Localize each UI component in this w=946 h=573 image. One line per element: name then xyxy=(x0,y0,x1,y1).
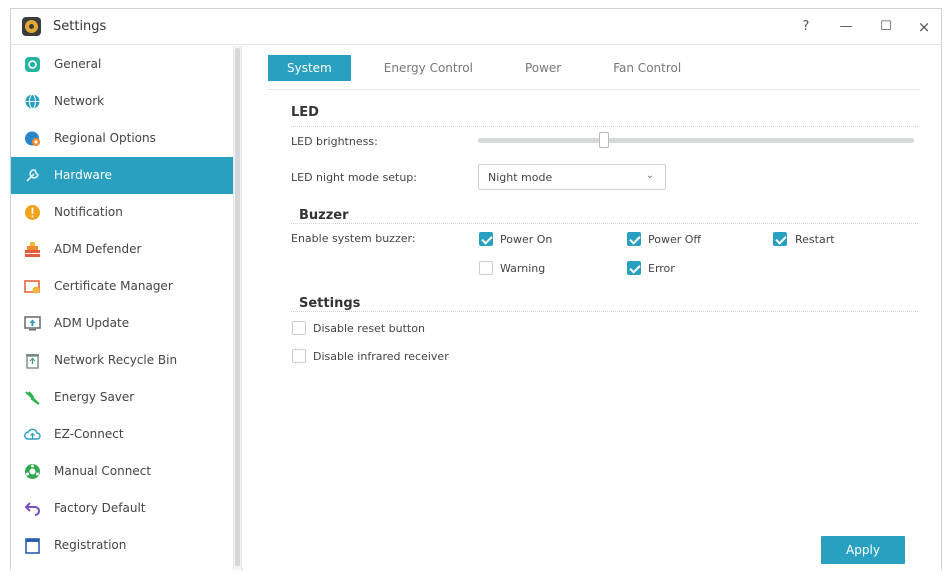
recycle-bin-icon xyxy=(26,354,39,369)
tab-energy-control[interactable]: Energy Control xyxy=(365,55,492,81)
sidebar-item-label: Manual Connect xyxy=(54,464,152,478)
help-button[interactable]: ? xyxy=(791,15,821,39)
tab-power[interactable]: Power xyxy=(506,55,580,81)
disable-reset-button-checkbox[interactable] xyxy=(292,321,306,335)
sidebar-item-adm-update[interactable]: ADM Update xyxy=(11,305,233,342)
sidebar-item-factory-default[interactable]: Factory Default xyxy=(11,490,233,527)
minimize-button[interactable]: — xyxy=(831,15,861,39)
sidebar-item-label: Registration xyxy=(54,538,127,552)
maximize-button[interactable]: ☐ xyxy=(871,15,901,39)
sidebar-scrollbar-thumb[interactable] xyxy=(235,48,240,566)
restart-checkbox[interactable] xyxy=(773,232,787,246)
chevron-down-icon: ⌄ xyxy=(645,170,654,181)
sidebar-item-registration[interactable]: Registration xyxy=(11,527,233,564)
power-on-checkbox[interactable] xyxy=(479,232,493,246)
energy-saver-icon xyxy=(25,391,40,405)
globe-icon xyxy=(25,94,40,109)
led-brightness-slider[interactable] xyxy=(478,138,914,143)
led-section-title: LED xyxy=(291,105,319,120)
update-icon xyxy=(24,316,41,331)
power-off-checkbox[interactable] xyxy=(627,232,641,246)
sidebar-item-label: ADM Defender xyxy=(54,242,142,256)
settings-window: Settings ? — ☐ × General Network Regiona… xyxy=(10,8,942,570)
sidebar-item-energy-saver[interactable]: Energy Saver xyxy=(11,379,233,416)
error-checkbox[interactable] xyxy=(627,261,641,275)
sidebar-item-label: Regional Options xyxy=(54,131,156,145)
sidebar-scrollbar[interactable] xyxy=(233,46,242,570)
window-title: Settings xyxy=(53,19,107,34)
sidebar-item-general[interactable]: General xyxy=(11,46,233,83)
sidebar-item-ez-connect[interactable]: EZ-Connect xyxy=(11,416,233,453)
disable-infrared-receiver-checkbox[interactable] xyxy=(292,349,306,363)
settings-section-title: Settings xyxy=(299,296,361,311)
enable-buzzer-label: Enable system buzzer: xyxy=(291,232,416,245)
registration-icon xyxy=(25,538,40,554)
sidebar-item-label: Network Recycle Bin xyxy=(54,353,178,367)
hardware-icon xyxy=(26,169,39,182)
sidebar-item-label: Network xyxy=(54,94,105,108)
sidebar-item-hardware[interactable]: Hardware xyxy=(11,157,233,194)
led-night-mode-select[interactable]: Night mode ⌄ xyxy=(478,164,666,190)
led-brightness-label: LED brightness: xyxy=(291,135,378,148)
tab-fan-control[interactable]: Fan Control xyxy=(594,55,700,81)
apply-button[interactable]: Apply xyxy=(821,536,905,564)
led-night-mode-label: LED night mode setup: xyxy=(291,171,418,184)
buzzer-section-title: Buzzer xyxy=(299,208,349,223)
sidebar-item-label: General xyxy=(54,57,102,71)
sidebar-item-label: Factory Default xyxy=(54,501,146,515)
power-off-label: Power Off xyxy=(648,233,701,246)
sidebar-item-manual-connect[interactable]: Manual Connect xyxy=(11,453,233,490)
tab-divider xyxy=(268,89,920,90)
power-on-label: Power On xyxy=(500,233,553,246)
certificate-icon xyxy=(24,280,40,294)
restart-label: Restart xyxy=(795,233,835,246)
led-night-mode-value: Night mode xyxy=(488,171,553,184)
sidebar-item-label: ADM Update xyxy=(54,316,130,330)
sidebar-item-network[interactable]: Network xyxy=(11,83,233,120)
sidebar-item-label: Notification xyxy=(54,205,123,219)
sidebar-item-adm-defender[interactable]: ADM Defender xyxy=(11,231,233,268)
sidebar-item-label: Certificate Manager xyxy=(54,279,173,293)
notification-icon xyxy=(25,205,40,220)
sidebar-item-certificate-manager[interactable]: Certificate Manager xyxy=(11,268,233,305)
title-bar: Settings ? — ☐ × xyxy=(11,9,941,45)
undo-icon xyxy=(24,502,40,516)
general-icon xyxy=(25,57,40,72)
sidebar-item-label: Energy Saver xyxy=(54,390,135,404)
close-button[interactable]: × xyxy=(909,15,939,39)
manual-connect-icon xyxy=(25,464,40,479)
sidebar-item-label: EZ-Connect xyxy=(54,427,124,441)
disable-infrared-receiver-label: Disable infrared receiver xyxy=(313,350,449,363)
tab-bar: System Energy Control Power Fan Control xyxy=(268,55,714,81)
defender-icon xyxy=(25,242,40,257)
main-panel: System Energy Control Power Fan Control … xyxy=(243,46,941,570)
sidebar-item-notification[interactable]: Notification xyxy=(11,194,233,231)
buzzer-section-divider xyxy=(291,223,918,224)
tab-system[interactable]: System xyxy=(268,55,351,81)
sidebar-item-network-recycle-bin[interactable]: Network Recycle Bin xyxy=(11,342,233,379)
app-logo-icon xyxy=(22,17,41,36)
led-brightness-slider-handle[interactable] xyxy=(599,132,610,148)
disable-reset-button-label: Disable reset button xyxy=(313,322,425,335)
sidebar-item-regional-options[interactable]: Regional Options xyxy=(11,120,233,157)
regional-icon xyxy=(25,131,40,146)
settings-section-divider xyxy=(291,311,918,312)
sidebar-item-label: Hardware xyxy=(54,168,112,182)
sidebar: General Network Regional Options Hardwar… xyxy=(11,46,233,570)
cloud-connect-icon xyxy=(24,428,41,440)
led-section-divider xyxy=(291,126,918,127)
warning-label: Warning xyxy=(500,262,546,275)
warning-checkbox[interactable] xyxy=(479,261,493,275)
error-label: Error xyxy=(648,262,675,275)
